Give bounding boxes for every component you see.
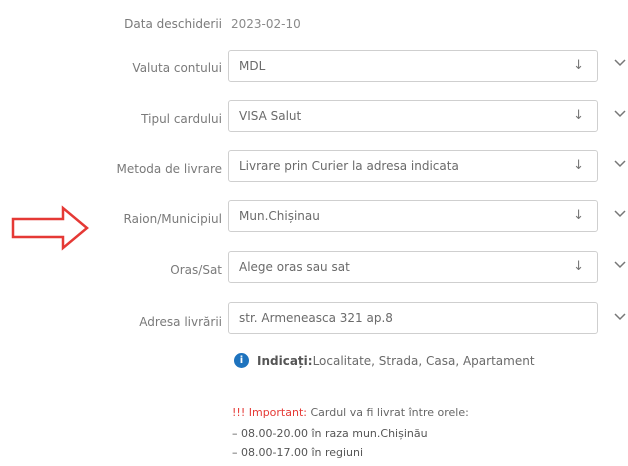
chevron-down-icon[interactable] bbox=[614, 313, 626, 321]
city-select[interactable]: Alege oras sau sat ↓ bbox=[228, 251, 598, 283]
dropdown-arrow-icon: ↓ bbox=[573, 158, 584, 173]
open-date-label: Data deschiderii bbox=[124, 17, 222, 31]
currency-value: MDL bbox=[239, 59, 266, 73]
chevron-down-icon[interactable] bbox=[614, 160, 626, 168]
dropdown-arrow-icon: ↓ bbox=[573, 58, 584, 73]
address-label: Adresa livrării bbox=[139, 315, 222, 329]
important-marks: !!! bbox=[232, 406, 246, 419]
currency-select[interactable]: MDL ↓ bbox=[228, 50, 598, 82]
delivery-hours-line: – 08.00-17.00 în regiuni bbox=[232, 446, 364, 459]
hint-bold-label: Indicați: bbox=[257, 353, 313, 368]
currency-label: Valuta contului bbox=[132, 61, 222, 75]
address-input[interactable]: str. Armeneasca 321 ap.8 bbox=[228, 302, 598, 334]
district-label: Raion/Municipiul bbox=[123, 212, 222, 226]
address-hint: i Indicați: Localitate, Strada, Casa, Ap… bbox=[234, 353, 535, 368]
chevron-down-icon[interactable] bbox=[614, 261, 626, 269]
district-select[interactable]: Mun.Chișinau ↓ bbox=[228, 200, 598, 232]
dropdown-arrow-icon: ↓ bbox=[573, 208, 584, 223]
chevron-down-icon[interactable] bbox=[614, 59, 626, 67]
chevron-down-icon[interactable] bbox=[614, 110, 626, 118]
important-text: Cardul va fi livrat între orele: bbox=[306, 406, 469, 419]
open-date-value: 2023-02-10 bbox=[231, 17, 301, 31]
city-label: Oras/Sat bbox=[170, 263, 222, 277]
delivery-method-select[interactable]: Livrare prin Curier la adresa indicata ↓ bbox=[228, 150, 598, 182]
delivery-hours-line: – 08.00-20.00 în raza mun.Chișinău bbox=[232, 427, 428, 440]
card-type-select[interactable]: VISA Salut ↓ bbox=[228, 100, 598, 132]
delivery-method-label: Metoda de livrare bbox=[116, 162, 223, 176]
delivery-method-value: Livrare prin Curier la adresa indicata bbox=[239, 159, 459, 173]
info-icon: i bbox=[234, 353, 249, 368]
address-value: str. Armeneasca 321 ap.8 bbox=[239, 311, 393, 325]
chevron-down-icon[interactable] bbox=[614, 210, 626, 218]
city-value: Alege oras sau sat bbox=[239, 260, 350, 274]
hint-text: Localitate, Strada, Casa, Apartament bbox=[312, 353, 535, 368]
dropdown-arrow-icon: ↓ bbox=[573, 108, 584, 123]
important-label: Important: bbox=[245, 406, 307, 419]
card-type-value: VISA Salut bbox=[239, 109, 302, 123]
card-type-label: Tipul cardului bbox=[141, 112, 222, 126]
district-value: Mun.Chișinau bbox=[239, 209, 320, 223]
dropdown-arrow-icon: ↓ bbox=[573, 259, 584, 274]
important-notice: !!! Important: Cardul va fi livrat între… bbox=[232, 406, 469, 419]
